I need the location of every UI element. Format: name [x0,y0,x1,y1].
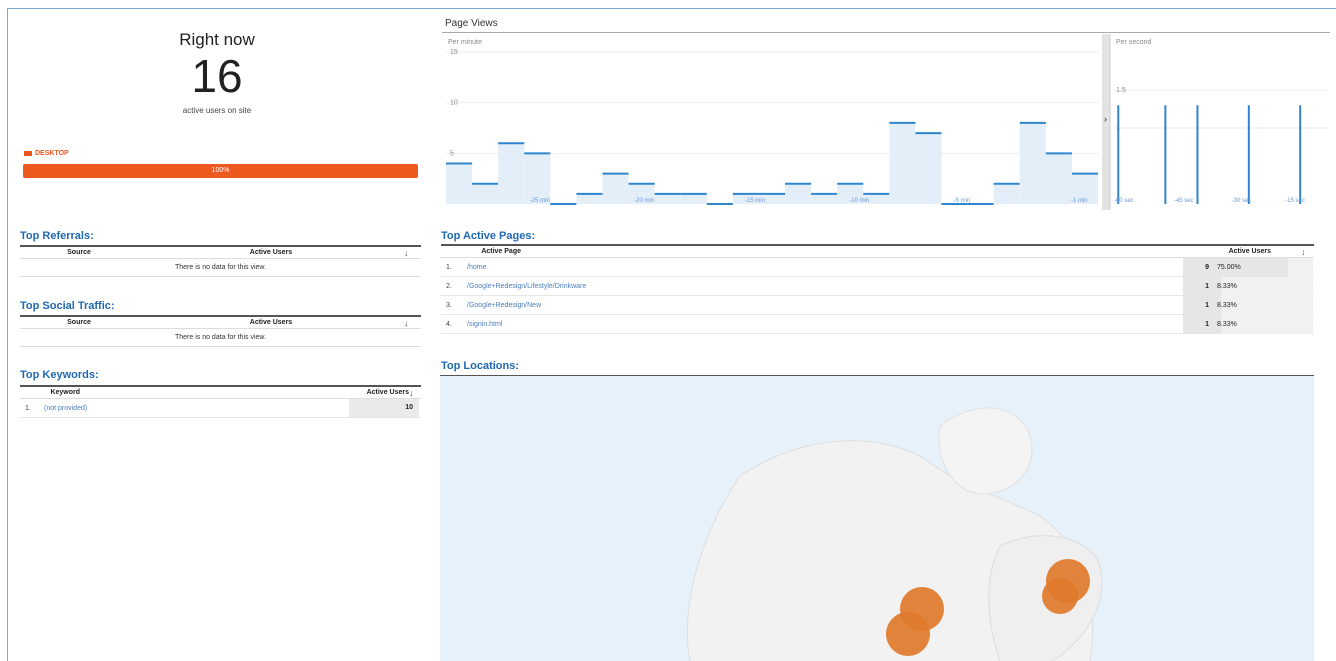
per-minute-bar[interactable] [1019,122,1046,204]
per-minute-bar[interactable] [915,133,942,204]
sort-arrow-icon[interactable]: ↓ [404,248,409,258]
per-minute-bar[interactable] [576,193,603,204]
page-percent: 8.33% [1213,314,1313,334]
x-tick-label: -5 min [954,198,971,204]
per-minute-bar[interactable] [1045,153,1072,204]
device-label: DESKTOP [35,150,69,157]
right-now-panel: Right now 16 active users on site [16,24,418,115]
x-tick-label: -30 sec [1232,198,1252,204]
x-tick-label: -60 sec [1114,198,1134,204]
page-link[interactable]: /signin.html [459,321,1183,328]
top-pages-title: Top Active Pages: [441,230,536,242]
desktop-swatch [24,151,32,156]
col-active-page[interactable]: Active Page [441,248,521,255]
top-pages-table: Active Page Active Users ↓ 1. /home 9 75.00… [441,244,1314,334]
page-users: 9 [1183,257,1213,277]
y-tick-label: 15 [450,49,458,56]
y-tick-label: 1.5 [1116,87,1126,94]
locations-map[interactable] [440,375,1314,661]
col-source[interactable]: Source [20,249,138,256]
page-views-chart: › Per minute Per second 15 10 5 -25 min -20… [442,34,1328,210]
per-minute-bar[interactable] [498,143,525,204]
per-minute-bar[interactable] [654,193,681,204]
x-tick-label: -1 min [1071,198,1088,204]
col-active-users[interactable]: Active Users [80,389,409,396]
page-views-divider [442,32,1330,33]
per-second-label: Per second [1116,39,1152,46]
sort-arrow-icon[interactable]: ↓ [409,388,414,398]
world-map[interactable] [440,376,1314,661]
chevron-right-icon[interactable]: › [1104,114,1107,124]
top-referrals-title: Top Referrals: [20,230,94,242]
row-index: 3. [446,301,452,309]
row-index: 1. [446,263,452,271]
col-source[interactable]: Source [20,319,138,326]
page-percent: 75.00% [1213,257,1313,277]
table-row: 4. /signin.html 1 8.33% [441,314,1314,334]
per-minute-label: Per minute [448,39,482,46]
page-percent: 8.33% [1213,276,1313,296]
table-header: Source Active Users ↓ [20,247,421,259]
top-keywords-title: Top Keywords: [20,369,99,381]
y-tick-label: 10 [450,100,458,107]
sort-arrow-icon[interactable]: ↓ [404,318,409,328]
x-tick-label: -15 sec [1285,198,1305,204]
table-header: Keyword Active Users ↓ [20,387,421,399]
per-minute-bar[interactable] [680,193,707,204]
row-index: 2. [446,282,452,290]
y-tick-label: 5 [450,150,454,157]
x-tick-label: -10 min [849,198,869,204]
per-minute-bar[interactable] [524,153,551,204]
top-locations-title: Top Locations: [441,360,520,372]
x-tick-label: -15 min [745,198,765,204]
x-tick-label: -25 min [530,198,550,204]
active-users-count: 16 [191,50,243,102]
table-row: 1. /home 9 75.00% [441,257,1314,277]
location-marker[interactable] [886,612,930,656]
table-row: 2. /Google+Redesign/Lifestyle/Drinkware 1 8… [441,276,1314,296]
table-row: 1. (not provided) 10 [20,399,421,418]
page-link[interactable]: /Google+Redesign/New [459,302,1183,309]
col-active-users[interactable]: Active Users [138,319,404,326]
right-now-title: Right now [179,30,255,49]
page-users: 1 [1183,295,1213,315]
top-social-title: Top Social Traffic: [20,300,115,312]
desktop-share-bar[interactable]: 100% [23,164,418,178]
col-keyword[interactable]: Keyword [20,389,80,396]
table-row: 3. /Google+Redesign/New 1 8.33% [441,295,1314,315]
sort-arrow-icon[interactable]: ↓ [1301,247,1306,257]
empty-message: There is no data for this view. [20,259,421,277]
per-minute-bar[interactable] [889,122,916,204]
device-legend: DESKTOP [24,150,69,157]
empty-message: There is no data for this view. [20,329,421,347]
location-marker[interactable] [1042,578,1078,614]
col-active-users[interactable]: Active Users [138,249,404,256]
table-header: Active Page Active Users ↓ [441,246,1314,258]
page-users: 1 [1183,276,1213,296]
keyword-link[interactable]: (not provided) [36,405,349,412]
per-minute-bar[interactable] [602,173,629,204]
page-views-title: Page Views [445,18,498,29]
per-minute-bar[interactable] [472,183,499,204]
row-index: 1. [25,404,31,412]
row-index: 4. [446,320,452,328]
x-tick-label: -20 min [634,198,654,204]
per-minute-bar[interactable] [811,193,838,204]
x-tick-label: -45 sec [1174,198,1194,204]
top-keywords-table: Keyword Active Users ↓ 1. (not provided)… [20,385,421,418]
per-minute-bar[interactable] [446,163,473,204]
active-users-subtitle: active users on site [182,105,252,115]
page-percent: 8.33% [1213,295,1313,315]
top-referrals-table: Source Active Users ↓ There is no data f… [20,245,421,277]
keyword-users: 10 [349,399,419,417]
per-minute-bar[interactable] [993,183,1020,204]
col-active-users[interactable]: Active Users [521,248,1271,255]
table-header: Source Active Users ↓ [20,317,421,329]
page-link[interactable]: /home [459,264,1183,271]
page-users: 1 [1183,314,1213,334]
top-social-table: Source Active Users ↓ There is no data f… [20,315,421,347]
per-minute-bar[interactable] [785,183,812,204]
page-link[interactable]: /Google+Redesign/Lifestyle/Drinkware [459,283,1183,290]
